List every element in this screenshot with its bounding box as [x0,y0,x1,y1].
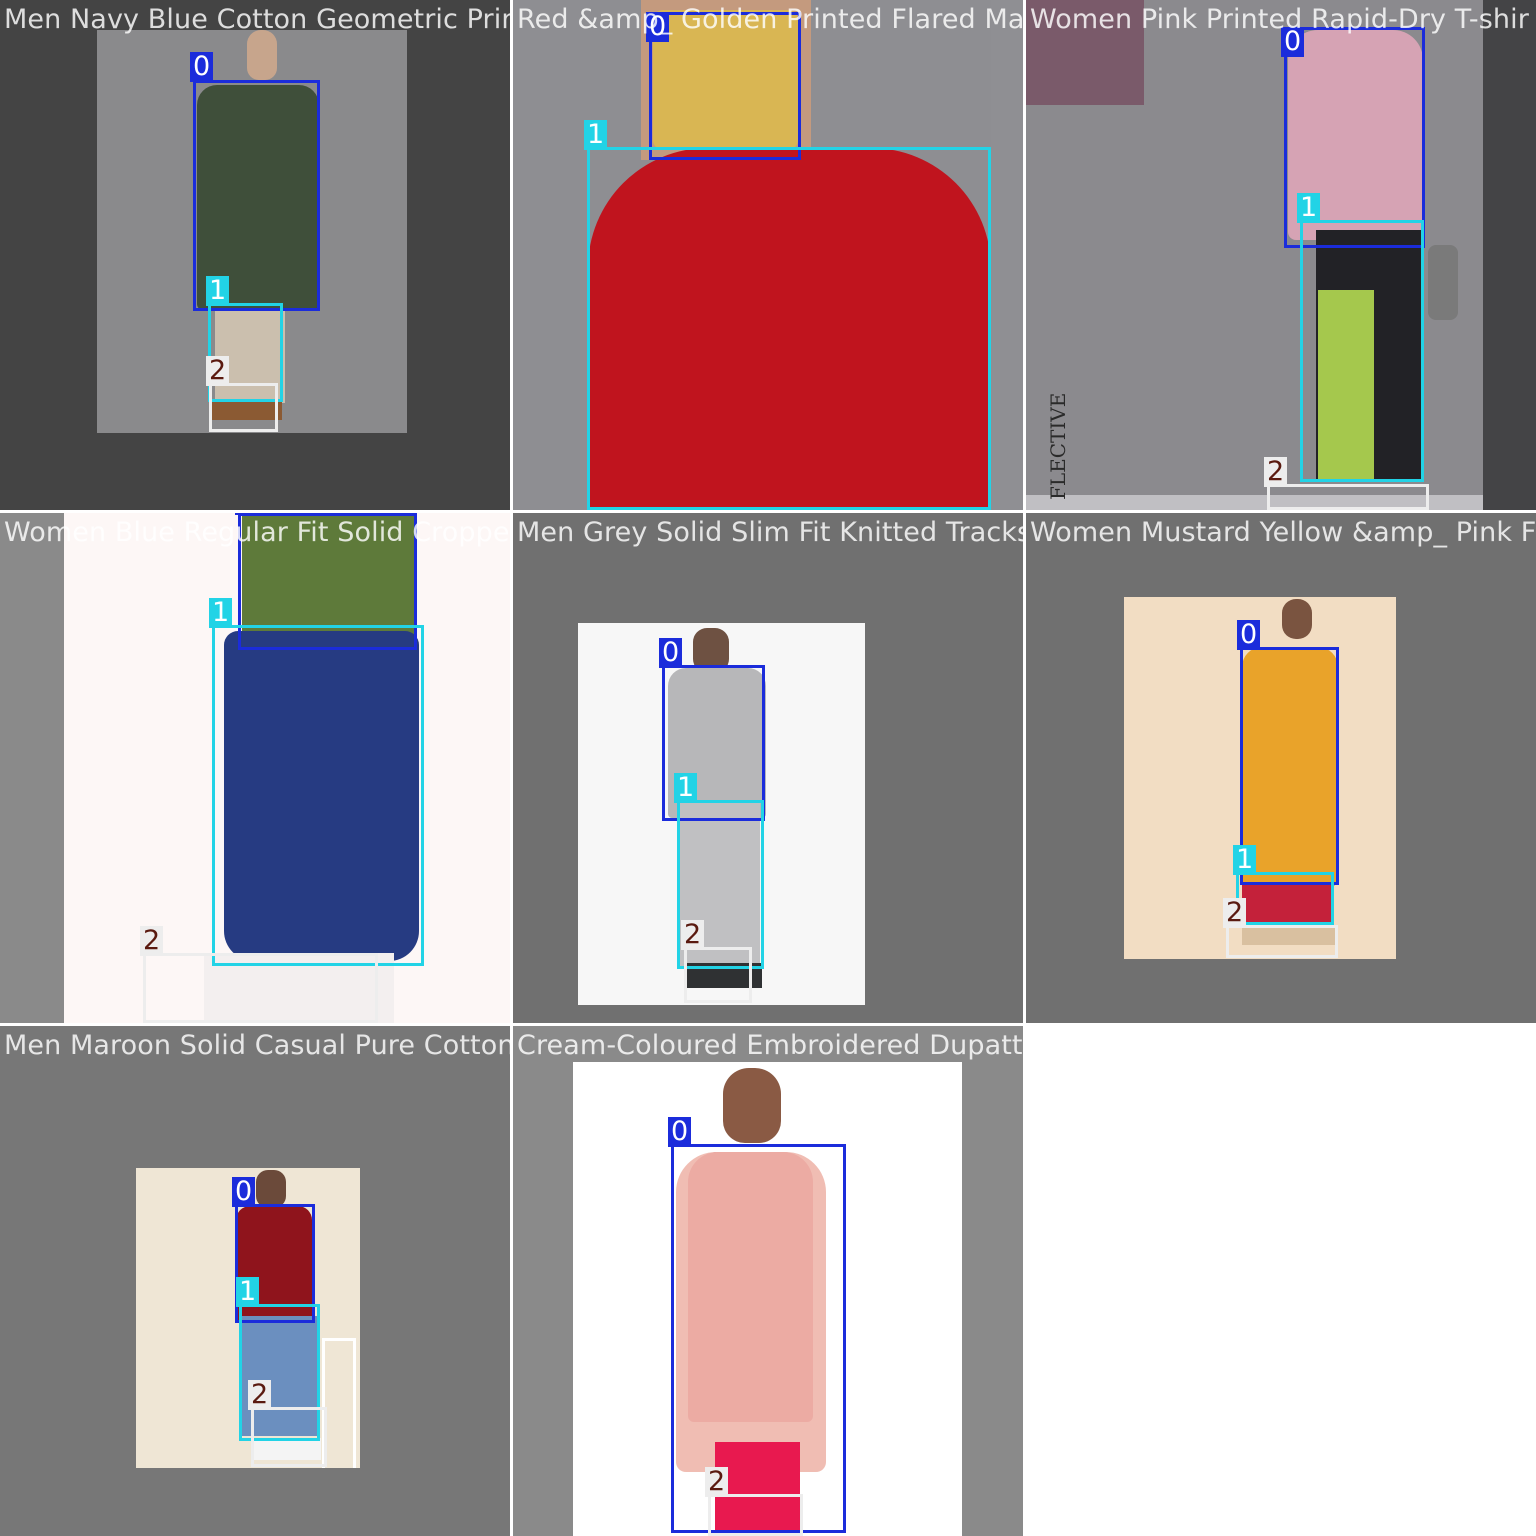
detection-label-0: 0 [659,638,683,668]
tile-4: 0 1 2 Women Blue Regular Fit Solid Cropp… [0,513,510,1023]
tile-1: 0 1 2 Men Navy Blue Cotton Geometric Pri… [0,0,510,510]
tile-3: FLECTIVE 0 1 2 Women Pink Printed Rapid-… [1026,0,1536,510]
watermark: FLECTIVE [1046,392,1070,500]
detection-label-1: 1 [1297,193,1321,223]
grid-divider [0,1023,1536,1026]
detection-label-2: 2 [681,920,705,950]
detection-label-0: 0 [232,1177,256,1207]
tile-2: 0 1 Red &amp_ Golden Printed Flared Maxi… [513,0,1023,510]
detection-label-2: 2 [1264,457,1288,487]
detection-label-2: 2 [1223,898,1247,928]
detection-box-2 [708,1494,803,1536]
bottle [1428,245,1458,320]
detection-box-1 [212,625,424,966]
detection-label-0: 0 [235,513,259,515]
detection-label-0: 0 [646,12,670,42]
grid-divider [510,0,513,1536]
detection-label-0: 0 [668,1117,692,1147]
detection-label-2: 2 [705,1467,729,1497]
detection-box-1 [587,147,991,510]
detection-box-0 [649,12,801,160]
detection-label-1: 1 [674,773,698,803]
detection-label-2: 2 [206,356,230,386]
person-head [723,1068,781,1143]
inset-thumbnail [1026,0,1144,105]
detection-label-1: 1 [236,1277,260,1307]
grid-divider [0,510,1536,513]
detection-label-1: 1 [584,120,608,150]
person-head [1282,599,1312,639]
person-head [247,30,277,80]
detection-box-2 [143,953,378,1023]
detection-box-2 [1267,484,1429,510]
detection-label-1: 1 [209,598,233,628]
detection-label-1: 1 [1233,845,1257,875]
grid-divider [1023,0,1026,1536]
detection-label-1: 1 [206,276,230,306]
detection-box-0 [671,1144,846,1533]
tile-7: 0 1 2 Men Maroon Solid Casual Pure Cotto… [0,1026,510,1536]
detection-box-2 [1226,925,1338,958]
detection-box-2 [684,947,752,1003]
detection-box-2 [209,383,278,432]
stool [322,1338,356,1468]
detection-mosaic: 0 1 2 Men Navy Blue Cotton Geometric Pri… [0,0,1536,1536]
tile-8: 0 2 Cream-Coloured Embroidered Dupatta.j… [513,1026,1023,1536]
tile-6: 0 1 2 Women Mustard Yellow &amp_ Pink F [1026,513,1536,1023]
detection-label-0: 0 [190,52,214,82]
detection-label-0: 0 [1281,27,1305,57]
detection-label-2: 2 [248,1380,272,1410]
detection-box-2 [251,1407,327,1467]
detection-label-2: 2 [140,926,164,956]
person-head [256,1170,286,1208]
detection-label-0: 0 [1237,620,1261,650]
detection-box-1 [1300,220,1424,482]
tile-5: 0 1 2 Men Grey Solid Slim Fit Knitted Tr… [513,513,1023,1023]
detection-box-1 [1236,872,1334,925]
